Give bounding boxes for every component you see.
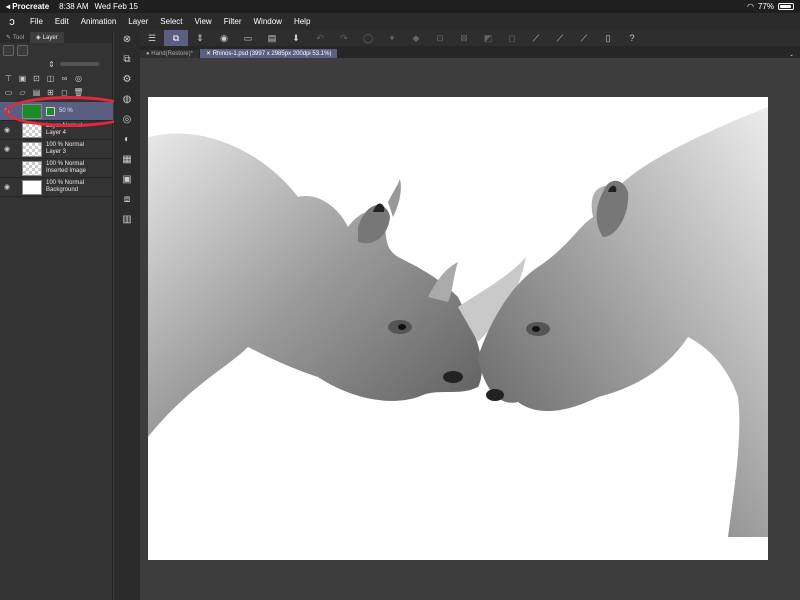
mask-icon[interactable]: ◫ (45, 73, 56, 84)
layer-tools-row-1: ⊤ ▣ ⊡ ◫ ∞ ◎ (0, 71, 112, 85)
hamburger-menu-icon[interactable]: ☰ (140, 30, 164, 46)
deselect-icon[interactable]: ⊠ (452, 30, 476, 46)
layer-thumbnail (22, 141, 42, 157)
menu-help[interactable]: Help (288, 17, 316, 26)
eye-icon[interactable]: ◉ (0, 145, 14, 153)
menu-filter[interactable]: Filter (218, 17, 248, 26)
history-icon[interactable]: ▥ (114, 210, 140, 230)
sub-tool-icon[interactable]: ⚙ (114, 70, 140, 90)
navigator-icon[interactable]: ◎ (114, 110, 140, 130)
layer-thumbnail (22, 160, 42, 176)
layers-icon: ◈ (36, 35, 41, 41)
menu-window[interactable]: Window (248, 17, 288, 26)
drawing-canvas[interactable] (148, 97, 768, 560)
clip-icon[interactable]: ⊡ (31, 73, 42, 84)
tab-tool-label: Tool (13, 34, 25, 41)
reference-icon[interactable]: ◎ (73, 73, 84, 84)
simple-mode-icon[interactable]: ⧉ (164, 30, 188, 46)
ios-status-bar: ◂ Procreate 8:38 AM Wed Feb 15 ◠ 77% (0, 0, 800, 13)
lock-icon[interactable]: ▣ (17, 73, 28, 84)
brush-size-icon[interactable]: ◍ (114, 90, 140, 110)
command-bar: ☰ ⧉ ⇕ ◉ ▭ ▤ ⬇ ↶ ↷ ◯ ✦ ◆ ⊡ ⊠ ◩ ◻ ⟋ ⟋ ⟋ ▯ … (140, 30, 800, 46)
menu-file[interactable]: File (24, 17, 49, 26)
symmetry-ruler-icon[interactable]: ⟋ (572, 30, 596, 46)
perspective-ruler-icon[interactable]: ⟋ (548, 30, 572, 46)
opacity-stepper[interactable]: ⇕ (46, 59, 57, 70)
layer-name: Layer 4 (46, 130, 67, 136)
rhinos-artwork (148, 107, 768, 537)
layer-search-icon[interactable]: ⧈ (114, 190, 140, 210)
blend-mode-dropdown[interactable] (3, 44, 14, 56)
link-icon[interactable]: ∞ (59, 73, 70, 84)
clock: 8:38 AM (59, 2, 89, 11)
invert-selection-icon[interactable]: ◩ (476, 30, 500, 46)
new-raster-layer-icon[interactable]: ▭ (3, 87, 14, 98)
pin-icon[interactable]: ⊤ (3, 73, 14, 84)
battery-icon (778, 3, 794, 10)
clear-icon[interactable]: ✦ (380, 30, 404, 46)
menu-edit[interactable]: Edit (49, 17, 75, 26)
layer-name: Background (46, 187, 79, 193)
layer-mode: 100 % Normal (46, 180, 85, 186)
layer-name: Layer 3 (46, 149, 67, 155)
color-wheel-icon[interactable]: ◐ (114, 130, 140, 150)
tab-layer[interactable]: ◈ Layer (30, 32, 64, 43)
tab-rhinos[interactable]: ✕ Rhinos-1.psd (3997 x 2985px 200dpi 53.… (199, 49, 338, 58)
record-icon[interactable]: ◉ (212, 30, 236, 46)
opacity-row: ⇕ (0, 57, 112, 71)
layer-thumbnail (22, 179, 42, 195)
app-logo-icon[interactable]: ↄ (0, 16, 24, 28)
help-icon[interactable]: ? (620, 30, 644, 46)
blend-mode-row (0, 43, 112, 57)
color-set-icon[interactable]: ▦ (114, 150, 140, 170)
tab-hand-restore[interactable]: ● Hand(Restore)* (140, 50, 199, 58)
transform-icon[interactable]: ⊡ (428, 30, 452, 46)
chevron-down-icon[interactable]: ⌄ (783, 51, 800, 58)
brush-icon: ✎ (6, 35, 12, 41)
new-vector-layer-icon[interactable]: ▱ (17, 87, 28, 98)
stepper-icon[interactable]: ⇕ (188, 30, 212, 46)
menu-select[interactable]: Select (154, 17, 188, 26)
tab-rhinos-label: Rhinos-1.psd (3997 x 2985px 200dpi 53.1%… (212, 51, 332, 57)
menu-layer[interactable]: Layer (122, 17, 154, 26)
layer-name: Inserted Image (46, 168, 87, 174)
layer-row[interactable]: 100 % Normal Inserted Image (0, 159, 113, 178)
companion-icon[interactable]: ▯ (596, 30, 620, 46)
save-icon[interactable]: ⬇ (284, 30, 308, 46)
tab-layer-label: Layer (42, 34, 58, 41)
new-canvas-icon[interactable]: ▭ (236, 30, 260, 46)
crop-icon[interactable]: ◻ (500, 30, 524, 46)
eye-icon[interactable]: ◉ (0, 183, 14, 191)
new-folder-icon[interactable]: ▤ (31, 87, 42, 98)
open-folder-icon[interactable]: ▤ (260, 30, 284, 46)
ruler-icon[interactable]: ⟋ (524, 30, 548, 46)
close-panel-icon[interactable]: ⊗ (114, 30, 140, 50)
undo-icon[interactable]: ↶ (308, 30, 332, 46)
layer-mode: 100 % Normal (46, 161, 85, 167)
layer-row[interactable]: ◉ 100 % Normal Layer 3 (0, 140, 113, 159)
layer-mode: 100 % Normal (46, 142, 85, 148)
opacity-slider[interactable] (60, 62, 99, 66)
layer-row[interactable]: ◉ 100 % Normal Background (0, 178, 113, 197)
back-to-procreate-link[interactable]: ◂ Procreate (6, 2, 49, 11)
document-tabs: ● Hand(Restore)* ✕ Rhinos-1.psd (3997 x … (140, 46, 800, 58)
right-icon-strip: ⊗ ⧉ ⚙ ◍ ◎ ◐ ▦ ▣ ⧈ ▥ (114, 30, 140, 600)
blend-mode-stepper[interactable] (17, 44, 28, 56)
tab-tool[interactable]: ✎ Tool (0, 32, 30, 43)
battery-percent: 77% (757, 2, 774, 11)
lasso-icon[interactable]: ◯ (356, 30, 380, 46)
menu-bar: ↄ File Edit Animation Layer Select View … (0, 13, 800, 30)
date: Wed Feb 15 (94, 2, 138, 11)
fill-icon[interactable]: ◆ (404, 30, 428, 46)
tab-hand-restore-label: Hand(Restore)* (151, 51, 193, 57)
redo-icon[interactable]: ↷ (332, 30, 356, 46)
menu-animation[interactable]: Animation (75, 17, 123, 26)
menu-view[interactable]: View (189, 17, 218, 26)
panel-tabs: ✎ Tool ◈ Layer (0, 30, 112, 43)
wifi-icon: ◠ (747, 2, 754, 11)
eye-icon[interactable]: ◉ (0, 126, 14, 134)
layer-property-icon[interactable]: ⧉ (114, 50, 140, 70)
material-icon[interactable]: ▣ (114, 170, 140, 190)
